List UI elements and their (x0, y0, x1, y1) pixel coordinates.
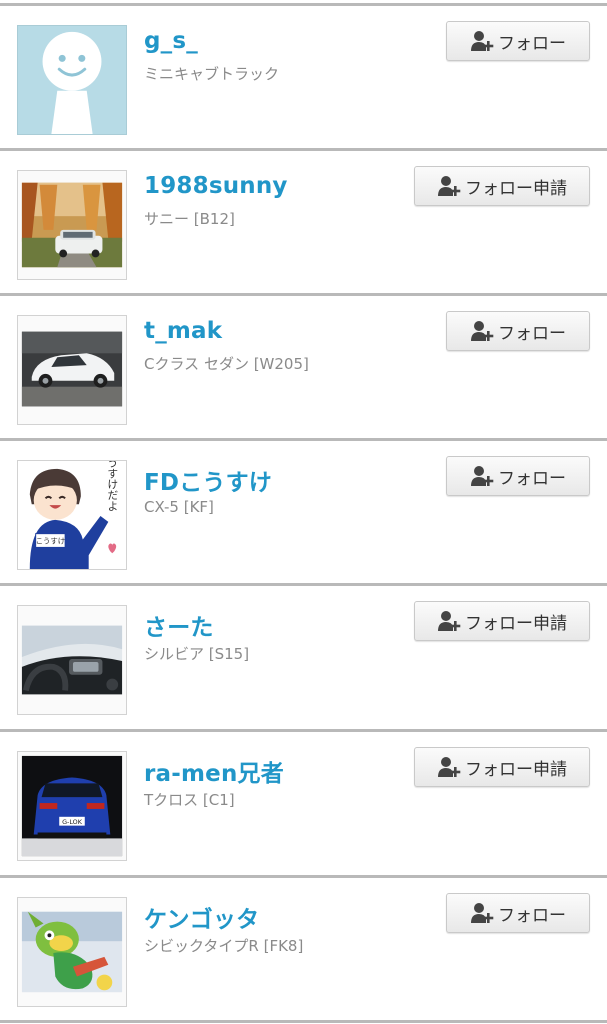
car-model[interactable]: ミニキャブトラック (144, 63, 279, 84)
follow-request-button[interactable]: フォロー申請 (414, 166, 590, 206)
add-user-icon (437, 175, 461, 197)
user-name[interactable]: さーた (144, 608, 214, 642)
user-row: G-LOK ra-men兄者 Tクロス [C1] フォロー申請 (0, 731, 607, 874)
car-model[interactable]: Tクロス [C1] (144, 789, 235, 810)
car-model[interactable]: CX-5 [KF] (144, 498, 214, 516)
add-user-icon (470, 465, 494, 487)
user-row: 1988sunny サニー [B12] フォロー申請 (0, 150, 607, 293)
car-autumn-road-image (18, 171, 126, 279)
separator (0, 1020, 607, 1023)
user-row: ケンゴッタ シビックタイプR [FK8] フォロー (0, 877, 607, 1020)
user-row: g_s_ ミニキャブトラック フォロー (0, 5, 607, 148)
user-name[interactable]: FDこうすけ (144, 463, 272, 497)
avatar[interactable]: こうすけ こうすけだよ (17, 460, 127, 570)
follow-button[interactable]: フォロー (446, 21, 590, 61)
user-name[interactable]: t_mak (144, 318, 222, 344)
follow-button[interactable]: フォロー (446, 311, 590, 351)
default-face-icon (18, 26, 126, 134)
follow-button-label: フォロー (498, 33, 566, 54)
follow-request-button[interactable]: フォロー申請 (414, 601, 590, 641)
user-name[interactable]: g_s_ (144, 28, 198, 54)
user-row: こうすけ こうすけだよ FDこうすけ CX-5 [KF] フォロー (0, 440, 607, 583)
svg-text:G-LOK: G-LOK (62, 818, 83, 826)
user-list: g_s_ ミニキャブトラック フォロー 1988sunny サニー [B12] … (0, 0, 607, 1024)
add-user-icon (437, 756, 461, 778)
svg-text:こうすけ: こうすけ (36, 536, 65, 545)
follow-button-label: フォロー (498, 468, 566, 489)
user-row: t_mak Cクラス セダン [W205] フォロー (0, 295, 607, 438)
car-model[interactable]: サニー [B12] (144, 208, 235, 229)
user-row: さーた シルビア [S15] フォロー申請 (0, 585, 607, 728)
avatar[interactable] (17, 605, 127, 715)
add-user-icon (437, 610, 461, 632)
follow-button[interactable]: フォロー (446, 456, 590, 496)
user-name[interactable]: 1988sunny (144, 173, 288, 199)
green-plush-toy-image (18, 898, 126, 1006)
follow-button-label: フォロー申請 (465, 178, 567, 199)
white-sedan-image (18, 316, 126, 424)
add-user-icon (470, 902, 494, 924)
blue-hatchback-rear-image: G-LOK (18, 752, 126, 860)
cartoon-boy-image: こうすけ こうすけだよ (18, 461, 126, 569)
avatar[interactable] (17, 170, 127, 280)
follow-button[interactable]: フォロー (446, 893, 590, 933)
avatar[interactable] (17, 25, 127, 135)
follow-button-label: フォロー (498, 323, 566, 344)
svg-text:こうすけだよ: こうすけだよ (106, 461, 119, 511)
avatar[interactable]: G-LOK (17, 751, 127, 861)
user-name[interactable]: ケンゴッタ (144, 900, 259, 934)
user-name[interactable]: ra-men兄者 (144, 754, 284, 788)
add-user-icon (470, 30, 494, 52)
follow-button-label: フォロー申請 (465, 759, 567, 780)
car-dashboard-image (18, 606, 126, 714)
follow-button-label: フォロー (498, 905, 566, 926)
follow-request-button[interactable]: フォロー申請 (414, 747, 590, 787)
avatar[interactable] (17, 897, 127, 1007)
follow-button-label: フォロー申請 (465, 613, 567, 634)
avatar[interactable] (17, 315, 127, 425)
car-model[interactable]: シビックタイプR [FK8] (144, 935, 303, 956)
add-user-icon (470, 320, 494, 342)
car-model[interactable]: シルビア [S15] (144, 643, 249, 664)
car-model[interactable]: Cクラス セダン [W205] (144, 353, 309, 374)
